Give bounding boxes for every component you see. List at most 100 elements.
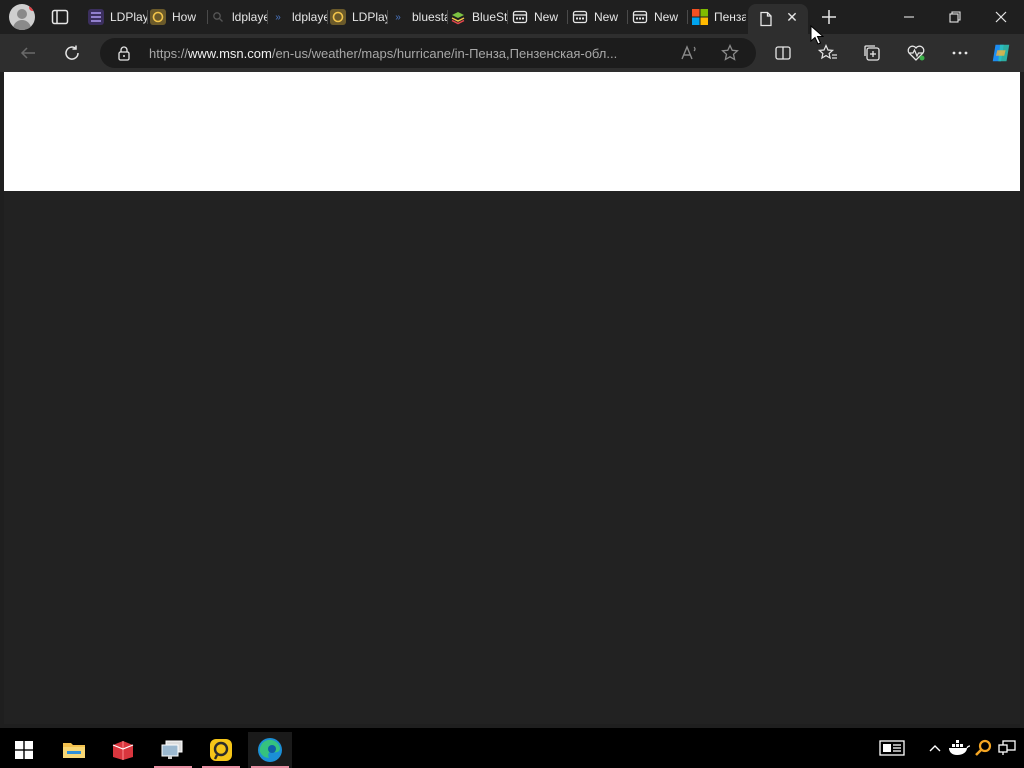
split-screen-button[interactable] [772, 42, 794, 64]
tab-label: New [594, 10, 619, 24]
tab-label: LDPlayer [352, 10, 388, 24]
tab-separator [267, 10, 268, 24]
copilot-button[interactable] [990, 42, 1012, 64]
favorite-star-icon[interactable] [721, 43, 739, 67]
file-explorer-button[interactable] [52, 732, 96, 768]
title-bar: LDPlayer How ldplayer » ldplayer [0, 0, 1024, 34]
bing-icon: » [275, 11, 281, 23]
refresh-icon [65, 45, 79, 60]
notification-dot [29, 4, 35, 11]
back-button[interactable] [17, 42, 39, 64]
address-bar[interactable]: https://www.msn.com/en-us/weather/maps/h… [100, 38, 756, 68]
close-tab-icon[interactable]: ✕ [783, 8, 801, 26]
tab-new-1[interactable]: New [512, 4, 568, 30]
newtab-icon [632, 9, 648, 25]
restore-button[interactable] [932, 0, 978, 34]
url-host: www.msn.com [188, 46, 272, 61]
tab-separator [207, 10, 208, 24]
toolbox-icon [112, 741, 134, 760]
tab-new-2[interactable]: New [572, 4, 628, 30]
more-icon [952, 51, 968, 55]
tab-separator [387, 10, 388, 24]
news-widget-icon[interactable] [878, 736, 906, 760]
microsoft-icon [692, 9, 708, 25]
monitor-icon [161, 740, 183, 759]
collections-icon [864, 45, 880, 61]
tab-separator [507, 10, 508, 24]
minimize-icon [904, 16, 914, 18]
url-path: /en-us/weather/maps/hurricane/in-Пенза,П… [271, 46, 618, 61]
collections-button[interactable] [861, 42, 883, 64]
mouse-cursor-icon [810, 24, 825, 45]
tab-label: How [172, 10, 197, 24]
search-tray-icon[interactable] [971, 736, 995, 760]
tab-label: ldplayer [232, 10, 268, 24]
restore-icon [949, 11, 961, 23]
settings-menu-button[interactable] [949, 42, 971, 64]
start-button[interactable] [2, 732, 46, 768]
tab-ldplayer-search[interactable]: ldplayer [210, 4, 268, 30]
avatar-head [17, 9, 27, 19]
close-icon [995, 11, 1007, 23]
tab-new-3[interactable]: New [632, 4, 688, 30]
newtab-icon [512, 9, 528, 25]
page-content-body [4, 191, 1020, 724]
folder-icon [63, 743, 85, 758]
minimize-button[interactable] [886, 0, 932, 34]
split-screen-icon [775, 46, 791, 60]
edge-taskbar-button[interactable] [248, 732, 292, 768]
page-content-header [4, 72, 1020, 191]
app-button-red[interactable] [101, 732, 145, 768]
search-icon [210, 9, 226, 25]
page-icon [758, 11, 774, 27]
profile-avatar[interactable] [9, 4, 35, 30]
close-window-button[interactable] [978, 0, 1024, 34]
tab-bluestacks-search[interactable]: » bluestacks [390, 4, 448, 30]
favorites-button[interactable] [817, 42, 839, 64]
edge-icon [258, 738, 282, 762]
lock-icon[interactable] [117, 45, 131, 66]
tab-ldplayer-2[interactable]: LDPlayer [330, 4, 388, 30]
tab-how[interactable]: How [150, 4, 208, 30]
tab-separator [687, 10, 688, 24]
url-prefix: https:// [149, 46, 189, 61]
tab-actions-icon[interactable] [50, 7, 70, 27]
avatar-body [13, 20, 31, 30]
list-icon [88, 9, 104, 25]
copilot-icon [992, 44, 1010, 62]
bluestacks-icon [450, 9, 466, 25]
tab-separator [567, 10, 568, 24]
tab-label: LDPlayer [110, 10, 148, 24]
tab-separator [327, 10, 328, 24]
ldplayer-taskbar-button[interactable] [199, 732, 243, 768]
tab-bluestacks[interactable]: BlueStacks [450, 4, 508, 30]
tab-penza[interactable]: Пенза [692, 4, 746, 30]
read-aloud-icon[interactable] [680, 44, 698, 67]
favorites-icon [818, 44, 837, 60]
ldplayer-icon [210, 739, 232, 761]
tab-separator [147, 10, 148, 24]
browser-toolbar: https://www.msn.com/en-us/weather/maps/h… [0, 34, 1024, 72]
heart-pulse-icon [907, 45, 925, 61]
tab-label: Пенза [714, 10, 746, 24]
browser-essentials-button[interactable] [905, 42, 927, 64]
tab-label: New [534, 10, 559, 24]
tab-label: BlueStacks [472, 10, 508, 24]
tab-separator [627, 10, 628, 24]
tab-label: ldplayer [292, 10, 328, 24]
newtab-icon [572, 9, 588, 25]
network-icon[interactable] [995, 736, 1019, 760]
tab-ldplayer-1[interactable]: LDPlayer [88, 4, 148, 30]
url-text[interactable]: https://www.msn.com/en-us/weather/maps/h… [149, 46, 669, 61]
tab-separator [447, 10, 448, 24]
tab-label: bluestacks [412, 10, 448, 24]
tray-expand-icon[interactable] [923, 736, 947, 760]
tab-label: New [654, 10, 679, 24]
ldplayer-icon [330, 9, 346, 25]
refresh-button[interactable] [61, 42, 83, 64]
windows-start-icon [15, 741, 33, 759]
app-button-screens[interactable] [151, 732, 195, 768]
ldplayer-icon [150, 9, 166, 25]
tab-ldplayer-bing[interactable]: » ldplayer [270, 4, 328, 30]
docker-icon[interactable] [947, 736, 971, 760]
